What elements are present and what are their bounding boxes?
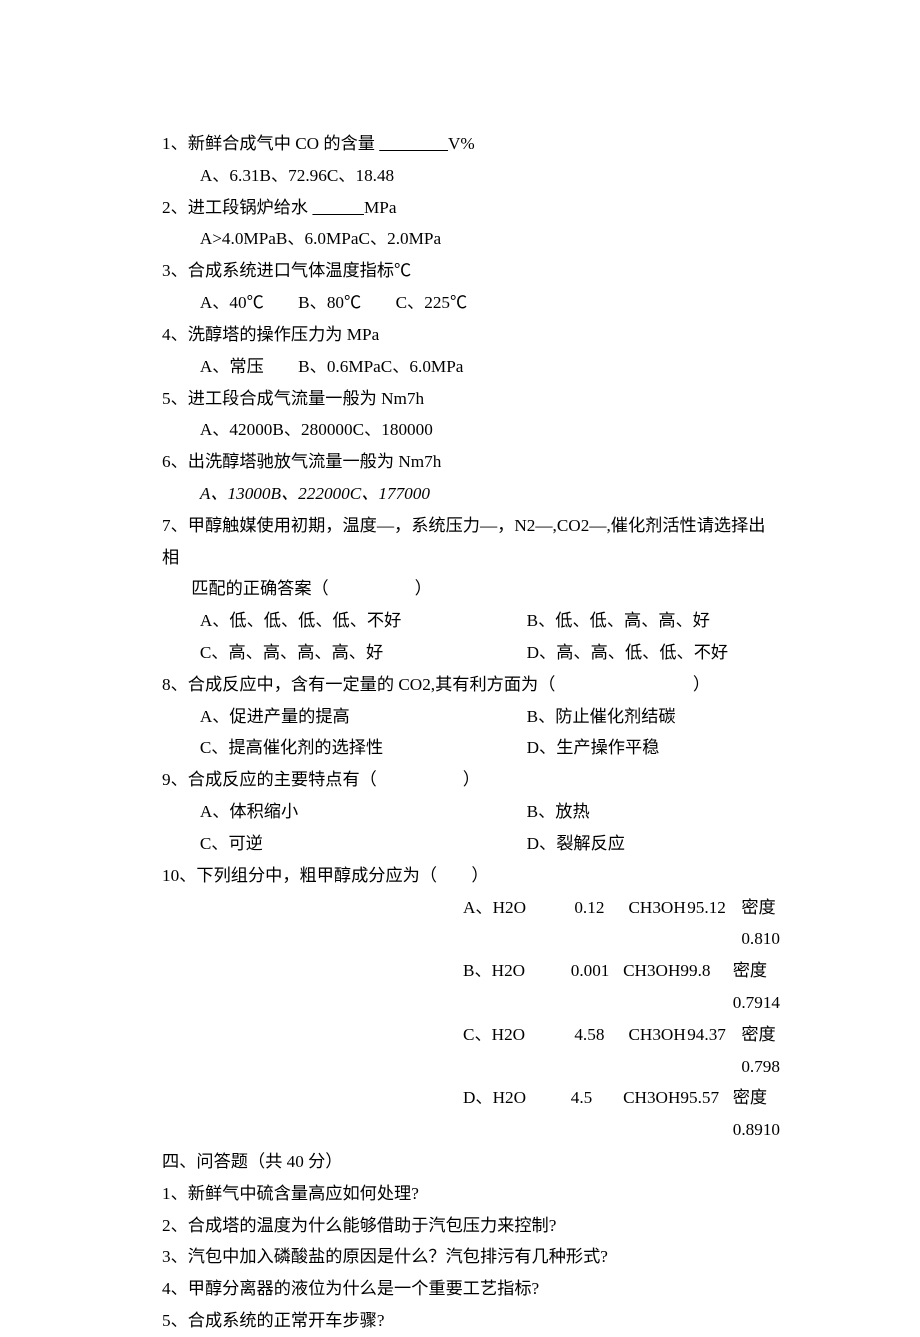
q9-row2: C、可逆 D、裂解反应 bbox=[162, 828, 780, 860]
q8-b: B、防止催化剂结碳 bbox=[527, 701, 780, 733]
table-row: D、H2O 4.5 CH3OH 95.57 密度 0.8910 bbox=[463, 1082, 780, 1146]
cell: 94.37 bbox=[687, 1019, 741, 1083]
q7-a: A、低、低、低、低、不好 bbox=[200, 605, 527, 637]
q7-d: D、高、高、低、低、不好 bbox=[527, 637, 780, 669]
question-8: 8、合成反应中，含有一定量的 CO2,其有利方面为（ ） bbox=[162, 669, 780, 701]
cell: 0.001 bbox=[571, 955, 623, 1019]
sec4-q3: 3、汽包中加入磷酸盐的原因是什么？汽包排污有几种形式? bbox=[162, 1241, 780, 1273]
q9-b: B、放热 bbox=[527, 796, 780, 828]
question-7-line1: 7、甲醇触媒使用初期，温度—，系统压力—，N2—,CO2—,催化剂活性请选择出相 bbox=[162, 510, 780, 574]
question-9: 9、合成反应的主要特点有（ ） bbox=[162, 764, 780, 796]
q2-label: 2、进工段锅炉给水 bbox=[162, 198, 312, 217]
section-4-title: 四、问答题（共 40 分） bbox=[162, 1146, 780, 1178]
q7-row1: A、低、低、低、低、不好 B、低、低、高、高、好 bbox=[162, 605, 780, 637]
question-5: 5、进工段合成气流量一般为 Nm7h bbox=[162, 383, 780, 415]
cell: 密度 0.798 bbox=[741, 1019, 780, 1083]
q8-row2: C、提高催化剂的选择性 D、生产操作平稳 bbox=[162, 732, 780, 764]
cell: 4.58 bbox=[574, 1019, 628, 1083]
q7-c: C、高、高、高、高、好 bbox=[200, 637, 527, 669]
q9-c: C、可逆 bbox=[200, 828, 527, 860]
cell: CH3OH bbox=[628, 892, 687, 956]
q7-b: B、低、低、高、高、好 bbox=[527, 605, 780, 637]
cell: 95.12 bbox=[687, 892, 741, 956]
cell: A、H2O bbox=[463, 892, 574, 956]
q9-d: D、裂解反应 bbox=[527, 828, 780, 860]
cell: 密度 0.8910 bbox=[733, 1082, 780, 1146]
cell: 密度 0.810 bbox=[741, 892, 780, 956]
q8-c: C、提高催化剂的选择性 bbox=[200, 732, 527, 764]
q1-label: 1、新鲜合成气中 CO 的含量 bbox=[162, 134, 379, 153]
question-10: 10、下列组分中，粗甲醇成分应为（ ） bbox=[162, 860, 780, 892]
q7-row2: C、高、高、高、高、好 D、高、高、低、低、不好 bbox=[162, 637, 780, 669]
cell: 95.57 bbox=[680, 1082, 732, 1146]
question-7-line2: 匹配的正确答案（ ） bbox=[162, 573, 780, 605]
question-2: 2、进工段锅炉给水 MPa bbox=[162, 192, 780, 224]
q2-blank bbox=[312, 198, 364, 217]
q5-options: A、42000B、280000C、180000 bbox=[162, 414, 780, 446]
q8-d: D、生产操作平稳 bbox=[527, 732, 780, 764]
q2-options: A>4.0MPaB、6.0MPaC、2.0MPa bbox=[162, 223, 780, 255]
cell: 0.12 bbox=[574, 892, 628, 956]
cell: CH3OH bbox=[628, 1019, 687, 1083]
q1-unit: V% bbox=[448, 134, 475, 153]
q8-a: A、促进产量的提高 bbox=[200, 701, 527, 733]
q10-table: A、H2O 0.12 CH3OH 95.12 密度 0.810 B、H2O 0.… bbox=[463, 892, 780, 1147]
cell: B、H2O bbox=[463, 955, 571, 1019]
q3-options: A、40℃ B、80℃ C、225℃ bbox=[162, 287, 780, 319]
cell: 99.8 bbox=[680, 955, 732, 1019]
sec4-q4: 4、甲醇分离器的液位为什么是一个重要工艺指标? bbox=[162, 1273, 780, 1305]
cell: 4.5 bbox=[571, 1082, 623, 1146]
q9-a: A、体积缩小 bbox=[200, 796, 527, 828]
cell: 密度 0.7914 bbox=[733, 955, 780, 1019]
q9-row1: A、体积缩小 B、放热 bbox=[162, 796, 780, 828]
question-6: 6、出洗醇塔驰放气流量一般为 Nm7h bbox=[162, 446, 780, 478]
sec4-q1: 1、新鲜气中硫含量高应如何处理? bbox=[162, 1178, 780, 1210]
q6-options: A、13000B、222000C、177000 bbox=[162, 478, 780, 510]
sec4-q2: 2、合成塔的温度为什么能够借助于汽包压力来控制? bbox=[162, 1210, 780, 1242]
table-row: C、H2O 4.58 CH3OH 94.37 密度 0.798 bbox=[463, 1019, 780, 1083]
question-1: 1、新鲜合成气中 CO 的含量 V% bbox=[162, 128, 780, 160]
q1-blank bbox=[379, 134, 448, 153]
q8-row1: A、促进产量的提高 B、防止催化剂结碳 bbox=[162, 701, 780, 733]
cell: D、H2O bbox=[463, 1082, 571, 1146]
question-3: 3、合成系统进口气体温度指标℃ bbox=[162, 255, 780, 287]
table-row: A、H2O 0.12 CH3OH 95.12 密度 0.810 bbox=[463, 892, 780, 956]
q2-unit: MPa bbox=[364, 198, 396, 217]
q4-options: A、常压 B、0.6MPaC、6.0MPa bbox=[162, 351, 780, 383]
question-4: 4、洗醇塔的操作压力为 MPa bbox=[162, 319, 780, 351]
cell: C、H2O bbox=[463, 1019, 574, 1083]
cell: CH3OH bbox=[623, 955, 680, 1019]
q1-options: A、6.31B、72.96C、18.48 bbox=[162, 160, 780, 192]
cell: CH3OH bbox=[623, 1082, 680, 1146]
table-row: B、H2O 0.001 CH3OH 99.8 密度 0.7914 bbox=[463, 955, 780, 1019]
sec4-q5: 5、合成系统的正常开车步骤? bbox=[162, 1305, 780, 1337]
